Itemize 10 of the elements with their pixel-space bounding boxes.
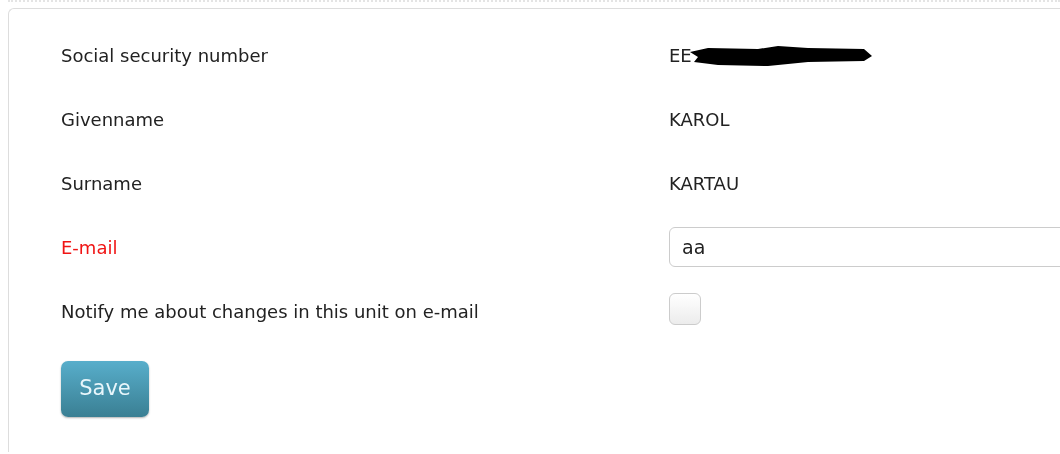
field-value: EE	[669, 44, 692, 68]
field-label: Notify me about changes in this unit on e-mail	[61, 300, 480, 324]
field-value: KARTAU	[669, 172, 740, 196]
checkbox[interactable]	[669, 293, 701, 325]
email-field[interactable]: aa	[669, 227, 1060, 267]
field-label: E-mail	[61, 236, 119, 260]
field-label: Surname	[61, 172, 143, 196]
field-value: KAROL	[669, 108, 730, 132]
field-label: Givenname	[61, 108, 166, 132]
field-label: Social security number	[61, 44, 269, 68]
